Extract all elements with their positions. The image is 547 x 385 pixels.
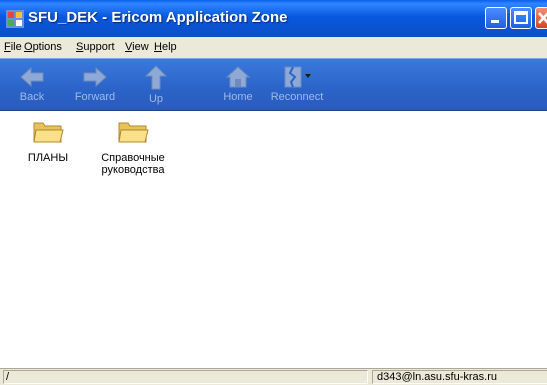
title-bar[interactable]: SFU_DEK - Ericom Application Zone bbox=[0, 0, 547, 37]
folder-label-line1: Справочные bbox=[101, 152, 165, 164]
folder-label-line1: ПЛАНЫ bbox=[27, 152, 69, 164]
window-title: SFU_DEK - Ericom Application Zone bbox=[28, 9, 288, 26]
menu-help[interactable]: Help bbox=[154, 41, 177, 53]
folder-view: ПЛАНЫ Справочные руководства bbox=[0, 111, 547, 368]
home-button[interactable]: Home bbox=[218, 61, 258, 109]
up-label: Up bbox=[148, 93, 164, 105]
back-button[interactable]: Back bbox=[12, 61, 52, 109]
forward-arrow-icon bbox=[83, 66, 107, 88]
app-zone-icon bbox=[6, 10, 24, 28]
minimize-button[interactable] bbox=[485, 7, 507, 29]
folder-label-line2: руководства bbox=[101, 164, 165, 176]
folder-item[interactable]: Справочные руководства bbox=[88, 117, 178, 176]
forward-label: Forward bbox=[74, 91, 116, 103]
forward-button[interactable]: Forward bbox=[70, 61, 120, 109]
back-label: Back bbox=[19, 91, 45, 103]
toolbar: Back Forward Up Home Reconnect bbox=[0, 58, 547, 111]
home-label: Home bbox=[223, 91, 253, 103]
up-arrow-icon bbox=[144, 65, 168, 90]
menu-options[interactable]: Options bbox=[24, 41, 62, 53]
close-button[interactable] bbox=[535, 7, 547, 29]
menu-bar: File Options Support View Help bbox=[0, 37, 547, 58]
close-icon bbox=[538, 12, 547, 24]
back-arrow-icon bbox=[20, 66, 44, 88]
up-button[interactable]: Up bbox=[136, 61, 176, 109]
folder-icon bbox=[33, 122, 64, 143]
minimize-icon bbox=[491, 20, 499, 23]
status-bar: / d343@ln.asu.sfu-kras.ru bbox=[0, 368, 547, 385]
menu-file[interactable]: File bbox=[4, 41, 22, 53]
folder-label: Справочные руководства bbox=[88, 152, 178, 176]
status-user: d343@ln.asu.sfu-kras.ru bbox=[372, 370, 547, 384]
reconnect-icon bbox=[284, 66, 311, 88]
maximize-button[interactable] bbox=[510, 7, 532, 29]
reconnect-label: Reconnect bbox=[270, 91, 324, 103]
menu-view[interactable]: View bbox=[125, 41, 149, 53]
reconnect-button[interactable]: Reconnect bbox=[266, 61, 328, 109]
maximize-icon bbox=[514, 11, 528, 24]
folder-item[interactable]: ПЛАНЫ bbox=[18, 117, 78, 164]
folder-label: ПЛАНЫ bbox=[18, 152, 78, 164]
menu-support[interactable]: Support bbox=[76, 41, 115, 53]
home-icon bbox=[225, 66, 251, 88]
folder-icon bbox=[118, 122, 149, 143]
status-path: / bbox=[3, 370, 368, 384]
